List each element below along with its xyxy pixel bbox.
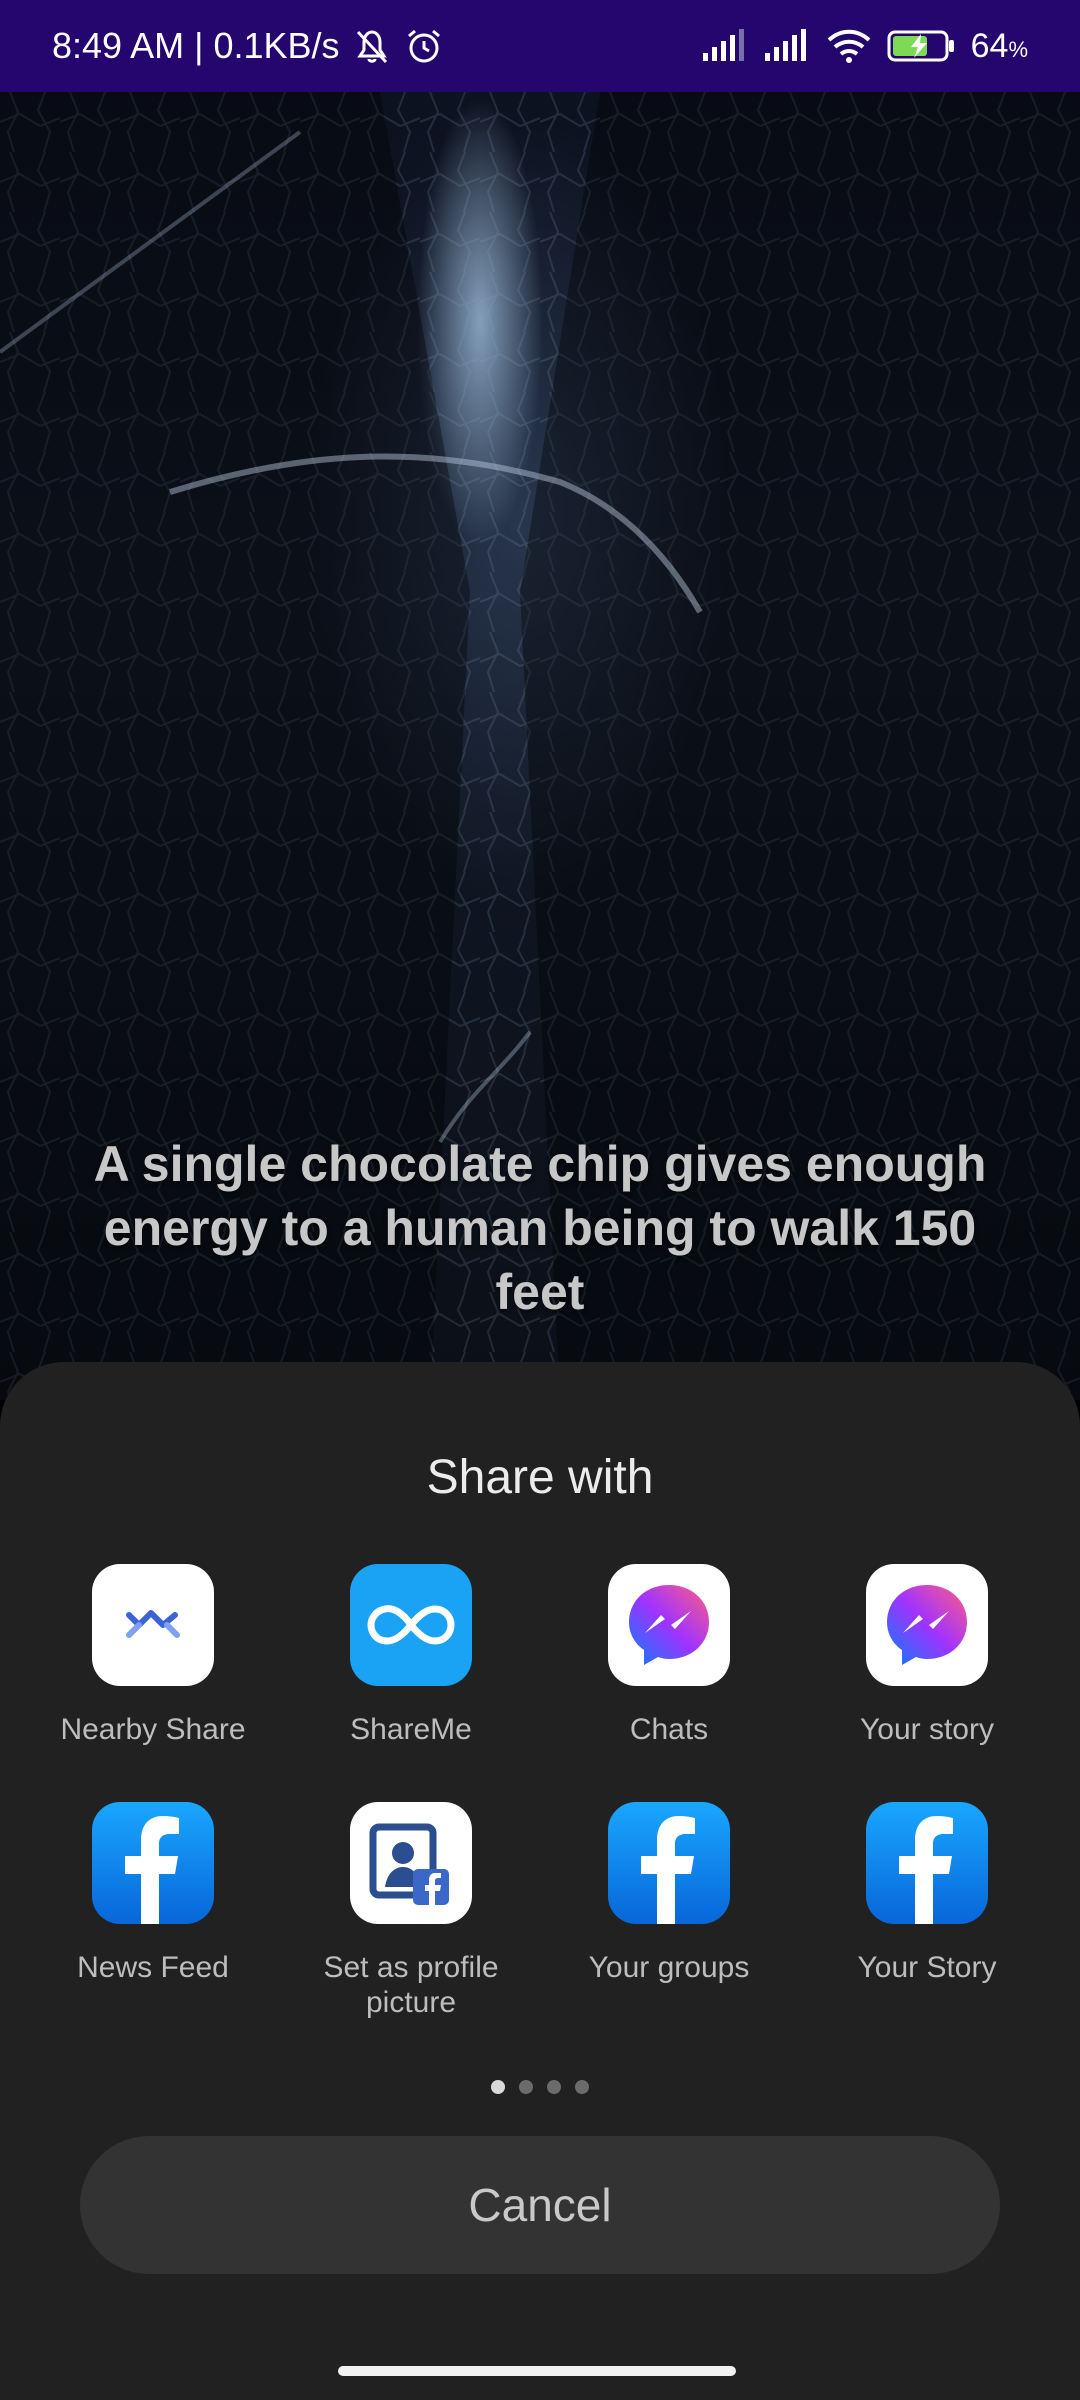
cancel-button[interactable]: Cancel	[80, 2136, 1000, 2274]
battery-percent: 64%	[971, 27, 1028, 66]
signal-icon	[701, 29, 749, 63]
status-left: 8:49 AM | 0.1KB/s	[52, 25, 444, 67]
alarm-icon	[404, 26, 444, 66]
messenger-icon	[608, 1564, 730, 1686]
share-target-label: Your Story	[857, 1951, 997, 1984]
share-target-label: News Feed	[77, 1951, 229, 1984]
share-target-shareme[interactable]: ShareMe	[282, 1564, 540, 1784]
share-target-your-story-messenger[interactable]: Your story	[798, 1564, 1056, 1784]
share-target-set-profile-picture[interactable]: Set as profile picture	[282, 1802, 540, 2022]
share-target-news-feed[interactable]: News Feed	[24, 1802, 282, 2022]
nearby-share-icon	[92, 1564, 214, 1686]
facebook-icon	[92, 1802, 214, 1924]
page-dot-active[interactable]	[491, 2080, 505, 2094]
share-target-label: Your story	[860, 1713, 994, 1746]
share-target-label: Chats	[629, 1713, 709, 1746]
share-target-your-story-facebook[interactable]: Your Story	[798, 1802, 1056, 2022]
signal-icon	[763, 29, 811, 63]
page-dot[interactable]	[519, 2080, 533, 2094]
facebook-profile-picture-icon	[350, 1802, 472, 1924]
share-target-chats[interactable]: Chats	[540, 1564, 798, 1784]
page-indicator	[0, 2080, 1080, 2094]
share-target-label: Your groups	[588, 1951, 750, 1984]
wallpaper: A single chocolate chip gives enough ene…	[0, 92, 1080, 1400]
share-sheet: Share with Nearby Share ShareMe Chats Yo…	[0, 1362, 1080, 2400]
shareme-icon	[350, 1564, 472, 1686]
facebook-icon	[608, 1802, 730, 1924]
wifi-icon	[825, 28, 873, 64]
messenger-icon	[866, 1564, 988, 1686]
home-gesture-bar[interactable]	[338, 2366, 736, 2376]
status-time: 8:49 AM | 0.1KB/s	[52, 25, 340, 66]
share-targets-grid: Nearby Share ShareMe Chats Your story Ne…	[24, 1564, 1056, 2022]
page-dot[interactable]	[547, 2080, 561, 2094]
battery-charging-icon	[887, 29, 957, 63]
share-target-label: Set as profile picture	[323, 1951, 499, 2019]
facebook-icon	[866, 1802, 988, 1924]
status-right: 64%	[701, 27, 1028, 66]
mute-bell-icon	[350, 26, 394, 66]
page-dot[interactable]	[575, 2080, 589, 2094]
share-target-label: ShareMe	[350, 1713, 472, 1746]
status-bar: 8:49 AM | 0.1KB/s 64%	[0, 0, 1080, 92]
battery-percent-value: 64	[970, 26, 1009, 65]
share-target-nearby-share[interactable]: Nearby Share	[24, 1564, 282, 1784]
battery-percent-unit: %	[1008, 36, 1028, 62]
share-target-your-groups[interactable]: Your groups	[540, 1802, 798, 2022]
share-sheet-title: Share with	[426, 1451, 654, 1504]
share-target-label: Nearby Share	[60, 1713, 246, 1746]
quote-text: A single chocolate chip gives enough ene…	[93, 1136, 987, 1320]
